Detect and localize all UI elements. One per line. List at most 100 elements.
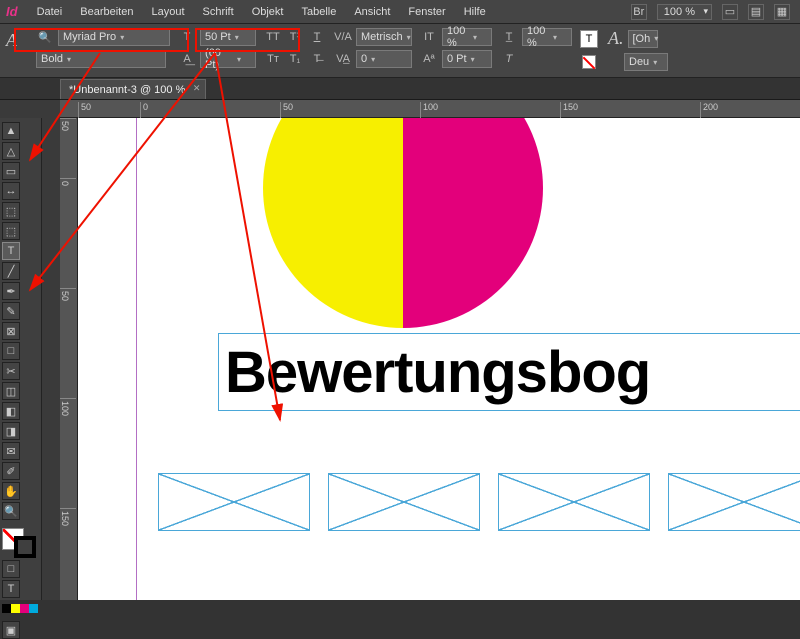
menu-layout[interactable]: Layout <box>142 0 193 24</box>
placeholder-frame[interactable] <box>158 473 310 531</box>
menu-tabelle[interactable]: Tabelle <box>292 0 345 24</box>
gap-tool[interactable]: ↔ <box>2 182 20 200</box>
semicircle-left <box>263 118 403 328</box>
hscale-icon: T̲ <box>500 28 518 46</box>
leading-icon: A͟ <box>178 50 196 68</box>
strikethrough-icon[interactable]: T̶ <box>308 50 326 68</box>
document-tab-bar: *Unbenannt-3 @ 100 % ✕ <box>0 78 800 100</box>
format-text-icon[interactable]: T <box>2 580 20 598</box>
zoom-tool[interactable]: 🔍 <box>2 502 20 520</box>
ruler-tick: 100 <box>420 102 440 118</box>
type-tool[interactable]: T <box>2 242 20 260</box>
char-style-field[interactable]: [Oh <box>628 30 658 48</box>
pen-tool[interactable]: ✒ <box>2 282 20 300</box>
pencil-tool[interactable]: ✎ <box>2 302 20 320</box>
hand-tool[interactable]: ✋ <box>2 482 20 500</box>
fill-stroke-swatch[interactable] <box>2 528 38 558</box>
font-size-icon: T <box>178 28 196 46</box>
close-tab-icon[interactable]: ✕ <box>193 83 201 94</box>
menu-datei[interactable]: Datei <box>28 0 72 24</box>
gradient-feather-tool[interactable]: ◨ <box>2 422 20 440</box>
ruler-tick: 50 <box>280 102 295 118</box>
menubar: Id Datei Bearbeiten Layout Schrift Objek… <box>0 0 800 24</box>
ruler-tick: 200 <box>700 102 720 118</box>
headline-text[interactable]: Bewertungsbog <box>225 339 650 406</box>
screen-mode-icon[interactable]: ▭ <box>722 4 738 20</box>
search-icon: 🔍 <box>36 28 54 46</box>
rectangle-tool[interactable]: □ <box>2 342 20 360</box>
semicircle-graphic[interactable] <box>263 118 543 328</box>
stroke-swatch[interactable] <box>14 536 36 558</box>
content-placer-tool[interactable]: ⬚ <box>2 222 20 240</box>
headline-text-frame[interactable]: Bewertungsbog <box>218 333 800 411</box>
ruler-tick: 0 <box>140 102 150 118</box>
view-mode-icon[interactable]: ▣ <box>2 621 20 639</box>
font-family-field[interactable]: Myriad Pro <box>58 28 170 46</box>
menu-schrift[interactable]: Schrift <box>194 0 243 24</box>
leading-field[interactable]: (60 Pt) <box>200 50 256 68</box>
rectangle-frame-tool[interactable]: ⊠ <box>2 322 20 340</box>
mini-swatches[interactable] <box>2 604 38 613</box>
control-panel: A 🔍 Myriad Pro Bold T 50 Pt A͟ (60 Pt) T… <box>0 24 800 78</box>
note-tool[interactable]: ✉ <box>2 442 20 460</box>
ruler-vertical[interactable]: 50 0 50 100 150 <box>60 118 78 600</box>
ruler-tick: 100 <box>60 398 76 448</box>
vscale-field[interactable]: 100 % <box>442 28 492 46</box>
page-tool[interactable]: ▭ <box>2 162 20 180</box>
scissors-tool[interactable]: ✂ <box>2 362 20 380</box>
menu-bearbeiten[interactable]: Bearbeiten <box>71 0 142 24</box>
fill-color-icon[interactable]: T <box>580 30 598 48</box>
kerning-field[interactable]: Metrisch <box>356 28 412 46</box>
char-style-icon[interactable]: A. <box>608 28 624 49</box>
smallcaps-icon[interactable]: Tᴛ <box>264 50 282 68</box>
baseline-field[interactable]: 0 Pt <box>442 50 492 68</box>
document-tab[interactable]: *Unbenannt-3 @ 100 % ✕ <box>60 79 206 99</box>
ruler-tick: 0 <box>60 178 76 228</box>
language-field[interactable]: Deu <box>624 53 668 71</box>
workspace-icon[interactable]: ▦ <box>774 4 790 20</box>
font-size-field[interactable]: 50 Pt <box>200 28 256 46</box>
free-transform-tool[interactable]: ◫ <box>2 382 20 400</box>
allcaps-icon[interactable]: TT <box>264 28 282 46</box>
skew-icon: T <box>500 50 518 68</box>
ruler-tick: 50 <box>60 288 76 338</box>
hscale-field[interactable]: 100 % <box>522 28 572 46</box>
document-tab-title: *Unbenannt-3 @ 100 % <box>69 84 185 96</box>
canvas[interactable]: Bewertungsbog <box>78 118 800 600</box>
menu-fenster[interactable]: Fenster <box>399 0 454 24</box>
app-logo: Id <box>6 4 18 19</box>
format-container-icon[interactable]: □ <box>2 560 20 578</box>
selection-tool[interactable]: ▲ <box>2 122 20 140</box>
subscript-icon[interactable]: T₁ <box>286 50 304 68</box>
arrange-icon[interactable]: ▤ <box>748 4 764 20</box>
content-collector-tool[interactable]: ⬚ <box>2 202 20 220</box>
tracking-icon: VA̲ <box>334 50 352 68</box>
bridge-button[interactable]: Br <box>631 4 647 20</box>
eyedropper-tool[interactable]: ✐ <box>2 462 20 480</box>
baseline-icon: Aª <box>420 50 438 68</box>
menu-hilfe[interactable]: Hilfe <box>455 0 495 24</box>
ruler-tick: 150 <box>60 508 76 558</box>
none-color-icon[interactable] <box>580 53 598 71</box>
workarea: 50 0 50 100 150 200 50 0 50 100 150 ▲ △ … <box>0 100 800 600</box>
ruler-horizontal[interactable]: 50 0 50 100 150 200 <box>60 100 800 118</box>
ruler-tick: 50 <box>60 118 76 168</box>
zoom-dropdown[interactable]: 100 % <box>657 4 712 20</box>
ruler-tick: 50 <box>78 102 93 118</box>
line-tool[interactable]: ╱ <box>2 262 20 280</box>
ruler-tick: 150 <box>560 102 580 118</box>
guide-vertical[interactable] <box>136 118 137 600</box>
underline-icon[interactable]: T <box>308 28 326 46</box>
menu-objekt[interactable]: Objekt <box>243 0 293 24</box>
placeholder-frame[interactable] <box>668 473 800 531</box>
font-style-field[interactable]: Bold <box>36 50 166 68</box>
direct-selection-tool[interactable]: △ <box>2 142 20 160</box>
placeholder-frame[interactable] <box>498 473 650 531</box>
semicircle-right <box>403 118 543 328</box>
placeholder-frame[interactable] <box>328 473 480 531</box>
character-mode-icon[interactable]: A <box>6 30 17 51</box>
superscript-icon[interactable]: T¹ <box>286 28 304 46</box>
tracking-field[interactable]: 0 <box>356 50 412 68</box>
gradient-swatch-tool[interactable]: ◧ <box>2 402 20 420</box>
menu-ansicht[interactable]: Ansicht <box>345 0 399 24</box>
